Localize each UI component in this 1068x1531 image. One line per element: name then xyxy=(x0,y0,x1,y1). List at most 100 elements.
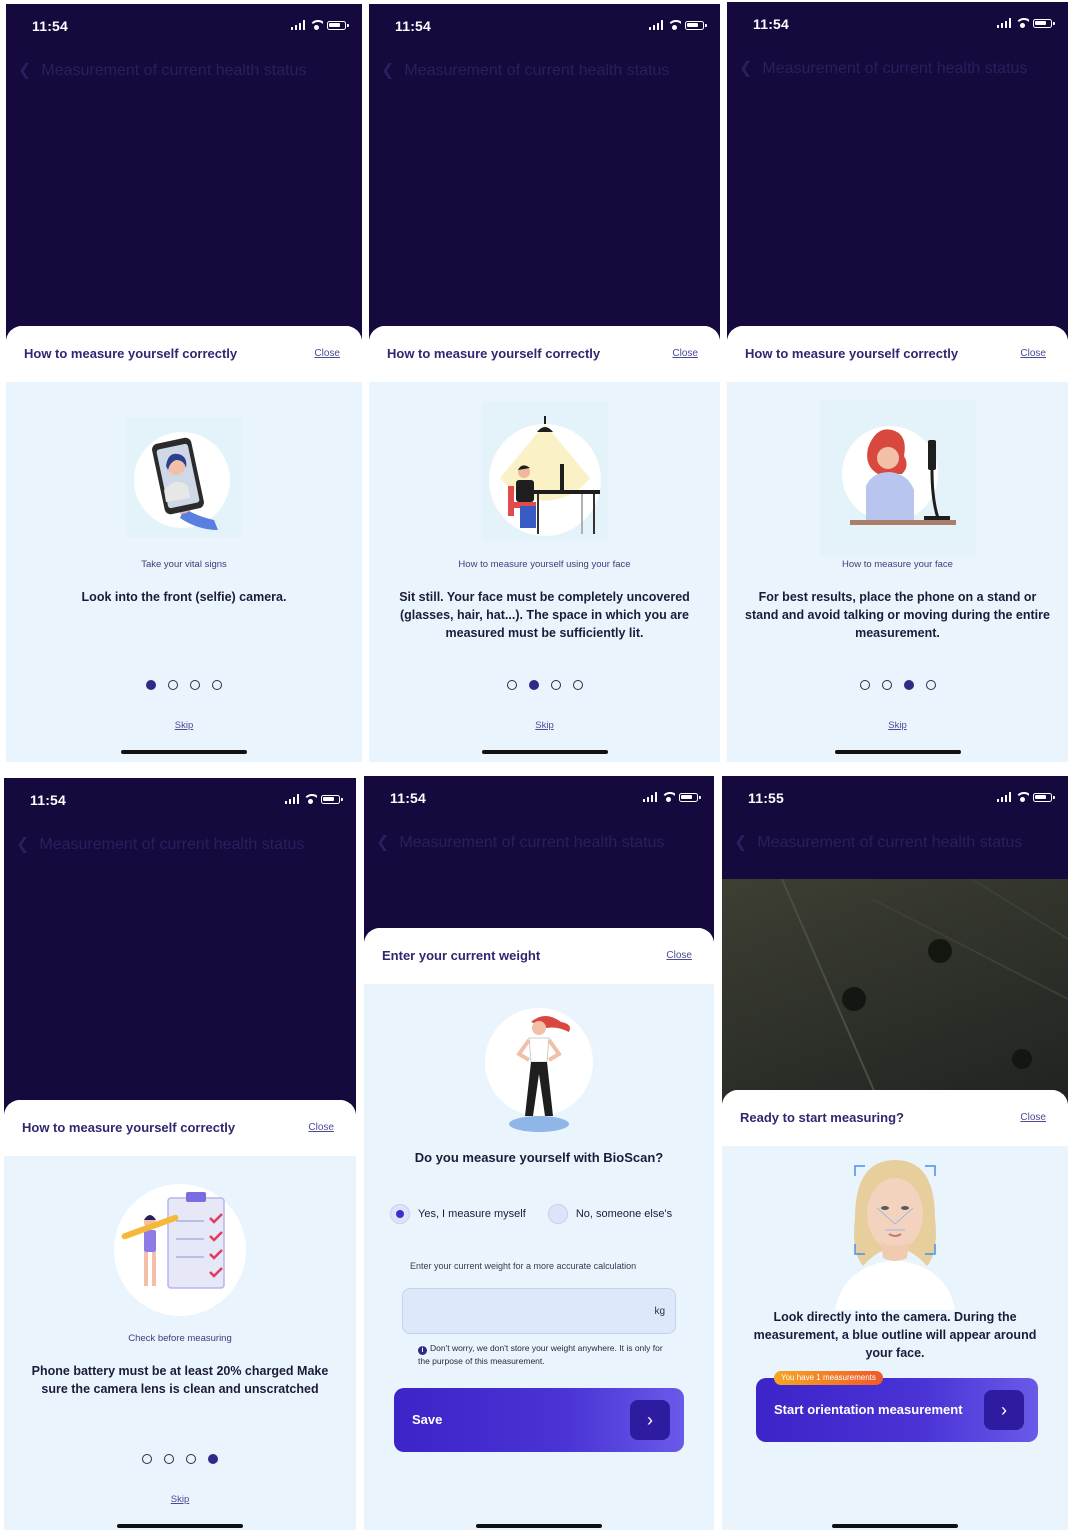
page-dot-3[interactable] xyxy=(186,1454,196,1464)
weight-input-field[interactable]: kg xyxy=(402,1288,676,1334)
radio-yes[interactable] xyxy=(390,1204,410,1224)
wifi-icon xyxy=(303,794,317,804)
close-button[interactable]: Close xyxy=(1020,348,1046,359)
close-button[interactable]: Close xyxy=(1020,1112,1046,1123)
save-button[interactable]: Save › xyxy=(394,1388,684,1452)
skip-link[interactable]: Skip xyxy=(369,720,720,731)
radio-no[interactable] xyxy=(547,1204,568,1224)
page-dot-4[interactable] xyxy=(212,680,222,690)
nav-title: Measurement of current health status xyxy=(41,62,307,79)
chevron-right-icon: › xyxy=(630,1400,670,1440)
bottom-sheet: How to measure yourself correctly Close … xyxy=(369,326,720,762)
slide-description: Look into the front (selfie) camera. xyxy=(81,590,287,604)
page-dot-3[interactable] xyxy=(190,680,200,690)
back-chevron-icon[interactable]: ❮ xyxy=(16,834,29,854)
camera-preview-dark xyxy=(4,778,356,1118)
page-dot-2[interactable] xyxy=(164,1454,174,1464)
slide-caption: How to measure your face xyxy=(842,559,953,570)
page-dot-4[interactable] xyxy=(572,680,583,690)
skip-link[interactable]: Skip xyxy=(727,720,1068,731)
back-chevron-icon[interactable]: ❮ xyxy=(734,832,747,852)
page-dot-1[interactable] xyxy=(142,1454,152,1464)
nav-bar: ❮ Measurement of current health status xyxy=(739,58,1062,78)
person-at-desk-illustration xyxy=(481,402,608,540)
back-chevron-icon[interactable]: ❮ xyxy=(18,60,31,80)
onboarding-screen-2: 11:54 ❮ Measurement of current health sta… xyxy=(369,4,720,762)
wifi-icon xyxy=(661,792,675,802)
page-dot-1[interactable] xyxy=(506,680,517,690)
status-time: 11:54 xyxy=(395,18,432,34)
signal-icon xyxy=(284,794,299,804)
start-orientation-button[interactable]: You have 1 measurements Start orientatio… xyxy=(756,1371,1038,1442)
close-button[interactable]: Close xyxy=(672,348,698,359)
battery-icon xyxy=(1033,792,1055,802)
measure-target-options: Yes, I measure myself No, someone else's xyxy=(390,1204,704,1224)
page-dot-2[interactable] xyxy=(168,680,178,690)
nav-bar: ❮ Measurement of current health status xyxy=(381,60,714,80)
back-chevron-icon[interactable]: ❮ xyxy=(739,58,752,78)
page-dot-2[interactable] xyxy=(881,680,892,690)
slide-caption: How to measure yourself using your face xyxy=(458,559,631,570)
skip-link[interactable]: Skip xyxy=(6,720,362,731)
status-time: 11:55 xyxy=(748,790,785,806)
status-time: 11:54 xyxy=(32,18,69,34)
status-time: 11:54 xyxy=(30,792,67,808)
pagination-dots xyxy=(369,680,720,690)
sheet-header: How to measure yourself correctly Close xyxy=(369,326,720,382)
wifi-icon xyxy=(1015,792,1029,802)
sheet-title: How to measure yourself correctly xyxy=(387,346,601,361)
status-bar: 11:54 xyxy=(6,4,362,48)
page-dot-1[interactable] xyxy=(146,680,156,690)
sheet-header: How to measure yourself correctly Close xyxy=(4,1100,356,1156)
slide-description: Phone battery must be at least 20% charg… xyxy=(31,1364,329,1396)
weight-hint: Enter your current weight for a more acc… xyxy=(410,1261,637,1271)
onboarding-screen-4: 11:54 ❮ Measurement of current health sta… xyxy=(4,778,356,1530)
nav-title: Measurement of current health status xyxy=(404,62,670,79)
home-indicator xyxy=(117,1524,243,1528)
info-icon: i xyxy=(418,1346,427,1355)
signal-icon xyxy=(642,792,657,802)
sheet-title: How to measure yourself correctly xyxy=(24,346,238,361)
close-button[interactable]: Close xyxy=(666,950,692,961)
slide-description: Sit still. Your face must be completely … xyxy=(399,590,690,640)
close-button[interactable]: Close xyxy=(308,1122,334,1133)
radio-yes-label[interactable]: Yes, I measure myself xyxy=(418,1208,526,1220)
nav-bar: ❮ Measurement of current health status xyxy=(376,832,708,852)
home-indicator xyxy=(121,750,247,754)
back-chevron-icon[interactable]: ❮ xyxy=(376,832,389,852)
battery-icon xyxy=(321,794,343,804)
signal-icon xyxy=(996,18,1011,28)
camera-preview-dark xyxy=(369,4,720,344)
bottom-sheet: How to measure yourself correctly Close … xyxy=(6,326,362,762)
radio-no-label[interactable]: No, someone else's xyxy=(576,1208,672,1220)
camera-preview-dark xyxy=(6,4,362,344)
wifi-icon xyxy=(667,20,681,30)
skip-link[interactable]: Skip xyxy=(4,1494,356,1505)
close-button[interactable]: Close xyxy=(314,348,340,359)
page-dot-4[interactable] xyxy=(208,1454,218,1464)
page-dot-2[interactable] xyxy=(528,680,539,690)
pagination-dots xyxy=(6,680,362,690)
nav-title: Measurement of current health status xyxy=(39,836,305,853)
weight-entry-screen: 11:54 ❮ Measurement of current health sta… xyxy=(364,776,714,1530)
woman-phone-on-stand-illustration xyxy=(819,400,976,556)
weight-input[interactable] xyxy=(413,1289,645,1333)
page-dot-3[interactable] xyxy=(903,680,914,690)
bottom-sheet: Ready to start measuring? Close Look dir… xyxy=(722,1090,1068,1530)
home-indicator xyxy=(834,750,961,754)
sheet-header: How to measure yourself correctly Close xyxy=(6,326,362,382)
page-dot-3[interactable] xyxy=(550,680,561,690)
camera-preview-dark xyxy=(727,2,1068,344)
back-chevron-icon[interactable]: ❮ xyxy=(381,60,394,80)
sheet-title: How to measure yourself correctly xyxy=(745,346,959,361)
ceiling-camera-view xyxy=(781,878,1068,1110)
sheet-title: How to measure yourself correctly xyxy=(22,1120,236,1135)
battery-icon xyxy=(679,792,701,802)
status-bar: 11:54 xyxy=(364,776,714,820)
chevron-right-icon: › xyxy=(984,1390,1024,1430)
signal-icon xyxy=(648,20,663,30)
page-dot-4[interactable] xyxy=(925,680,936,690)
sheet-header: How to measure yourself correctly Close xyxy=(727,326,1068,382)
page-dot-1[interactable] xyxy=(859,680,870,690)
nav-bar: ❮ Measurement of current health status xyxy=(16,834,350,854)
